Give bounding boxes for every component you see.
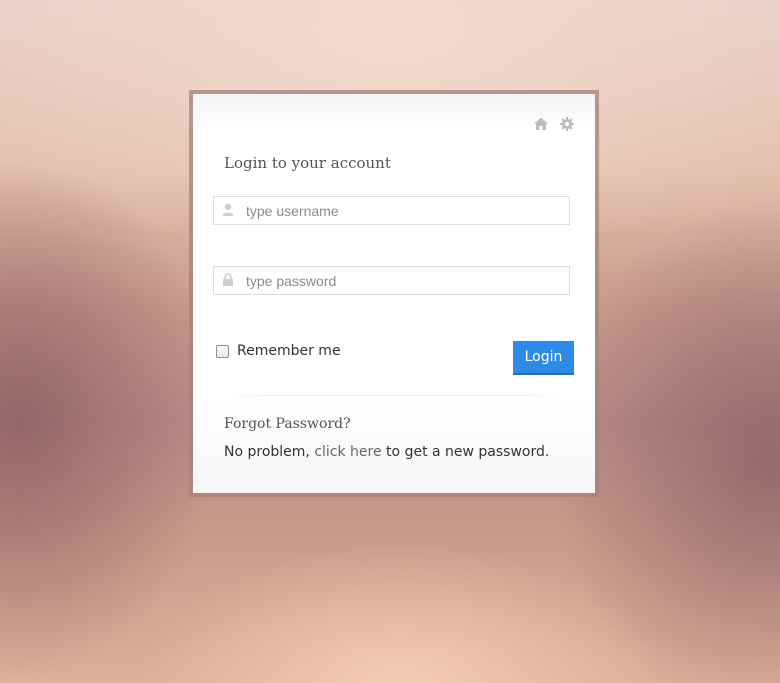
username-field[interactable] <box>213 196 570 225</box>
forgot-text-before: No problem, <box>224 444 315 460</box>
login-button[interactable]: Login <box>513 341 574 375</box>
divider <box>213 395 575 396</box>
remember-me-label[interactable]: Remember me <box>237 343 341 359</box>
click-here-link[interactable]: click here <box>314 444 381 460</box>
home-icon[interactable] <box>533 116 549 132</box>
password-input[interactable] <box>246 267 561 294</box>
lock-icon <box>222 272 234 286</box>
login-title: Login to your account <box>224 154 391 172</box>
login-card-frame: Login to your account Remember me <box>189 90 599 497</box>
forgot-password-title: Forgot Password? <box>224 416 351 432</box>
forgot-password-text: No problem, click here to get a new pass… <box>224 444 549 460</box>
login-card: Login to your account Remember me <box>193 94 595 493</box>
password-field[interactable] <box>213 266 570 295</box>
username-input[interactable] <box>246 197 561 224</box>
gear-icon[interactable] <box>559 116 575 132</box>
card-toolbar <box>533 116 575 132</box>
forgot-text-after: to get a new password. <box>381 444 550 460</box>
remember-me[interactable]: Remember me <box>216 343 341 359</box>
remember-me-checkbox[interactable] <box>216 344 229 358</box>
user-icon <box>222 202 234 216</box>
